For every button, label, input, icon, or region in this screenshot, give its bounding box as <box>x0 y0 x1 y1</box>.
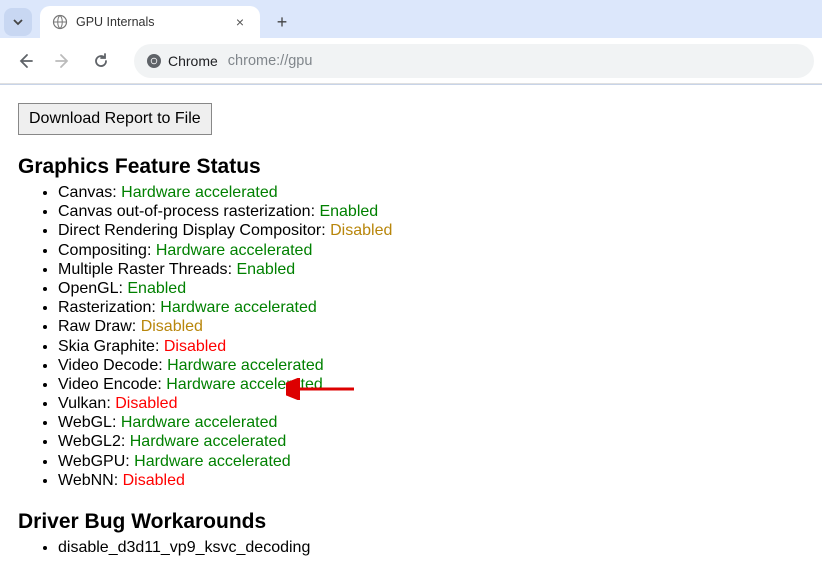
feature-status: Enabled <box>236 261 295 278</box>
feature-label: Canvas out-of-process rasterization <box>58 203 311 220</box>
feature-status: Disabled <box>115 395 177 412</box>
workaround-item: disable_d3d11_vp9_ksvc_decoding <box>58 538 804 557</box>
browser-tab[interactable]: GPU Internals × <box>40 6 260 38</box>
feature-item: Compositing: Hardware accelerated <box>58 241 804 260</box>
reload-button[interactable] <box>84 44 118 78</box>
feature-label: Compositing <box>58 242 147 259</box>
feature-label: OpenGL <box>58 280 118 297</box>
feature-label: Raw Draw <box>58 318 132 335</box>
feature-status: Hardware accelerated <box>121 184 278 201</box>
chrome-badge: Chrome <box>146 53 218 69</box>
feature-label: Rasterization <box>58 299 151 316</box>
feature-item: Video Encode: Hardware accelerated <box>58 375 804 394</box>
feature-item: Direct Rendering Display Compositor: Dis… <box>58 221 804 240</box>
chevron-down-icon <box>12 16 24 28</box>
feature-item: Vulkan: Disabled <box>58 394 804 413</box>
tab-title: GPU Internals <box>76 15 224 29</box>
feature-status: Disabled <box>330 222 392 239</box>
driver-bug-workarounds-list: disable_d3d11_vp9_ksvc_decoding <box>18 538 804 557</box>
back-button[interactable] <box>8 44 42 78</box>
feature-item: WebGL2: Hardware accelerated <box>58 432 804 451</box>
feature-item: Canvas: Hardware accelerated <box>58 183 804 202</box>
feature-item: WebNN: Disabled <box>58 471 804 490</box>
download-report-button[interactable]: Download Report to File <box>18 103 212 135</box>
browser-chrome: GPU Internals × + Chrome chrome://gpu <box>0 0 822 85</box>
feature-item: Multiple Raster Threads: Enabled <box>58 260 804 279</box>
graphics-feature-status-heading: Graphics Feature Status <box>18 155 804 179</box>
feature-label: Vulkan <box>58 395 106 412</box>
feature-label: Canvas <box>58 184 112 201</box>
graphics-feature-status-list: Canvas: Hardware acceleratedCanvas out-o… <box>18 183 804 490</box>
feature-label: Direct Rendering Display Compositor <box>58 222 321 239</box>
driver-bug-workarounds-heading: Driver Bug Workarounds <box>18 510 804 534</box>
feature-item: Rasterization: Hardware accelerated <box>58 298 804 317</box>
arrow-left-icon <box>16 52 34 70</box>
feature-status: Disabled <box>164 338 226 355</box>
arrow-right-icon <box>54 52 72 70</box>
feature-status: Disabled <box>141 318 203 335</box>
feature-label: Skia Graphite <box>58 338 155 355</box>
feature-status: Enabled <box>127 280 186 297</box>
feature-label: WebGL2 <box>58 433 121 450</box>
globe-icon <box>52 14 68 30</box>
page-content: Download Report to File Graphics Feature… <box>0 85 822 575</box>
chrome-icon <box>146 53 162 69</box>
toolbar: Chrome chrome://gpu <box>0 38 822 84</box>
address-bar[interactable]: Chrome chrome://gpu <box>134 44 814 78</box>
feature-item: Canvas out-of-process rasterization: Ena… <box>58 202 804 221</box>
feature-item: WebGL: Hardware accelerated <box>58 413 804 432</box>
feature-status: Enabled <box>319 203 378 220</box>
chrome-label: Chrome <box>168 53 218 69</box>
annotation-arrow <box>286 378 356 400</box>
feature-item: OpenGL: Enabled <box>58 279 804 298</box>
reload-icon <box>92 52 110 70</box>
feature-item: Video Decode: Hardware accelerated <box>58 356 804 375</box>
feature-status: Hardware accelerated <box>160 299 317 316</box>
feature-label: Video Decode <box>58 357 158 374</box>
feature-label: Multiple Raster Threads <box>58 261 228 278</box>
tab-search-button[interactable] <box>4 8 32 36</box>
feature-label: WebNN <box>58 472 114 489</box>
feature-status: Disabled <box>123 472 185 489</box>
forward-button[interactable] <box>46 44 80 78</box>
feature-status: Hardware accelerated <box>167 357 324 374</box>
feature-status: Hardware accelerated <box>134 453 291 470</box>
feature-label: Video Encode <box>58 376 157 393</box>
feature-label: WebGL <box>58 414 112 431</box>
feature-status: Hardware accelerated <box>130 433 287 450</box>
feature-status: Hardware accelerated <box>121 414 278 431</box>
feature-item: Raw Draw: Disabled <box>58 317 804 336</box>
feature-item: Skia Graphite: Disabled <box>58 337 804 356</box>
new-tab-button[interactable]: + <box>268 8 296 36</box>
close-icon[interactable]: × <box>232 14 248 30</box>
feature-label: WebGPU <box>58 453 125 470</box>
feature-item: WebGPU: Hardware accelerated <box>58 452 804 471</box>
tab-strip: GPU Internals × + <box>0 0 822 38</box>
feature-status: Hardware accelerated <box>156 242 313 259</box>
url-text: chrome://gpu <box>228 53 313 69</box>
